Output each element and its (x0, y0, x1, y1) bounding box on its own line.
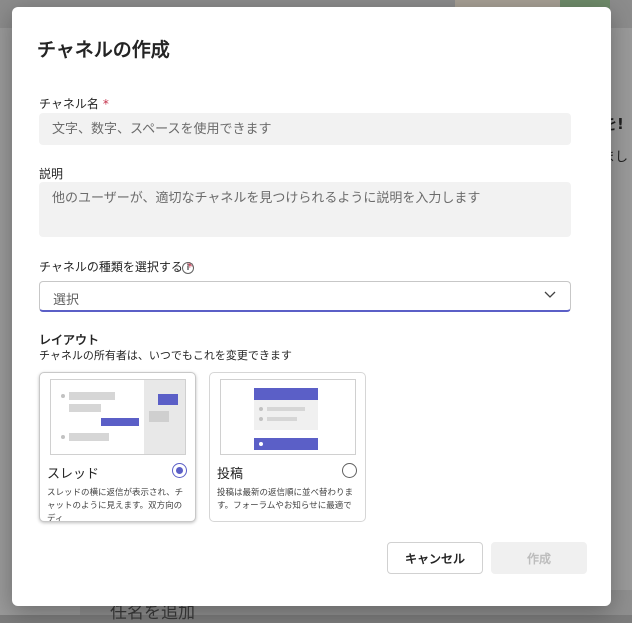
channel-type-label-text: チャネルの種類を選択する (39, 260, 183, 274)
channel-name-input[interactable] (39, 113, 571, 145)
channel-type-selected-value: 選択 (53, 293, 80, 308)
layout-subtitle: チャネルの所有者は、いつでもこれを変更できます (39, 349, 292, 362)
chevron-down-icon (544, 291, 556, 298)
posts-preview-image (220, 379, 356, 455)
channel-type-label: チャネルの種類を選択する * (39, 258, 193, 275)
description-label: 説明 (39, 167, 64, 181)
create-button[interactable]: 作成 (491, 542, 587, 574)
threads-option-description: スレッドの横に返信が表示され、チャットのように見えます。双方向のディ (47, 488, 184, 522)
channel-name-label-text: チャネル名 (39, 97, 99, 111)
threads-option-name: スレッド (47, 467, 100, 482)
posts-option-name: 投稿 (217, 467, 244, 482)
threads-radio-button[interactable] (172, 463, 187, 478)
info-icon[interactable]: i (182, 262, 194, 274)
threads-preview-image (50, 379, 186, 455)
create-channel-dialog: チャネルの作成 チャネル名* 説明 チャネルの種類を選択する* i 選択 レイア… (12, 7, 611, 606)
dialog-title: チャネルの作成 (37, 39, 170, 61)
layout-option-threads[interactable]: スレッド スレッドの横に返信が表示され、チャットのように見えます。双方向のディ (39, 372, 196, 522)
posts-radio-button[interactable] (342, 463, 357, 478)
posts-option-description: 投稿は最新の返信順に並べ替わります。フォーラムやお知らせに最適で (217, 488, 354, 511)
layout-option-posts[interactable]: 投稿 投稿は最新の返信順に並べ替わります。フォーラムやお知らせに最適で (209, 372, 366, 522)
required-mark: * (102, 97, 109, 111)
channel-type-select[interactable]: 選択 (39, 281, 571, 312)
layout-title: レイアウト (39, 333, 100, 347)
description-input[interactable] (39, 182, 571, 237)
channel-name-label: チャネル名 * (39, 95, 109, 112)
cancel-button[interactable]: キャンセル (387, 542, 483, 574)
